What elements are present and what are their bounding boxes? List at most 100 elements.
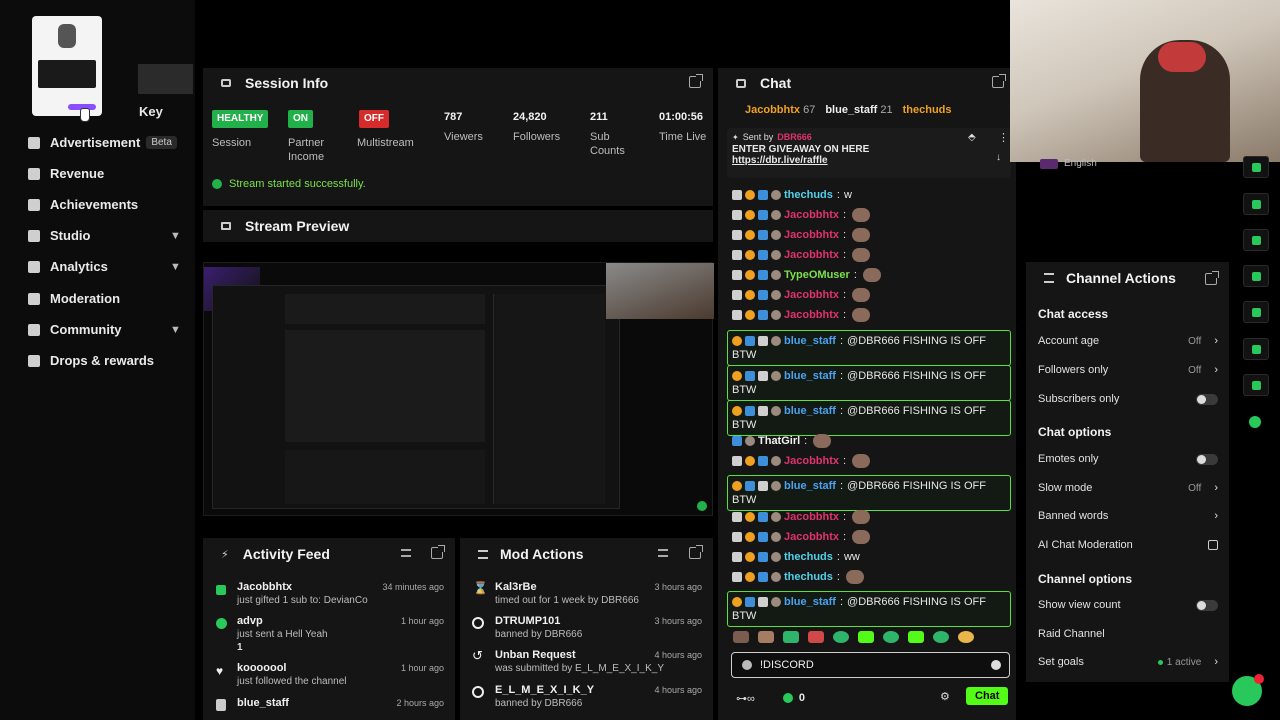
popout-icon[interactable] (431, 545, 445, 559)
emote-icon[interactable] (783, 631, 799, 643)
chat-username[interactable]: blue_staff (784, 596, 836, 608)
send-chat-button[interactable]: Chat (966, 687, 1009, 705)
user-badge-icon (758, 572, 768, 582)
sidebar-item-community[interactable]: Community ▼ (28, 322, 188, 337)
mod-item: ↺ Unban Request was submitted by E_L_M_E… (472, 649, 704, 675)
help-chat-button[interactable] (1232, 674, 1264, 706)
stream-preview-title: Stream Preview (245, 218, 350, 234)
chat-username[interactable]: Jacobbhtx (784, 288, 839, 302)
emoji-icon[interactable] (991, 660, 1001, 670)
emote-icon[interactable] (733, 631, 749, 643)
rail-button-layout[interactable] (1243, 156, 1269, 178)
gifter-item[interactable]: blue_staff 21 (825, 104, 892, 116)
setting-show-view-count[interactable]: Show view count (1038, 599, 1218, 611)
chat-username[interactable]: Jacobbhtx (784, 510, 839, 524)
setting-account-age[interactable]: Account age Off › (1038, 335, 1218, 347)
sliders-icon (1044, 273, 1054, 283)
wrench-icon (28, 292, 40, 305)
chat-username[interactable]: blue_staff (784, 370, 836, 382)
user-badge-icon (745, 290, 755, 300)
chat-username[interactable]: Jacobbhtx (784, 248, 839, 262)
emote-icon[interactable] (858, 631, 874, 643)
sidebar-item-analytics[interactable]: Analytics ▼ (28, 259, 188, 274)
sidebar-item-studio[interactable]: Studio ▼ (28, 228, 188, 243)
setting-subscribers-only[interactable]: Subscribers only (1038, 393, 1218, 405)
chat-username[interactable]: thechuds (784, 550, 833, 564)
filter-icon[interactable] (401, 549, 411, 557)
chat-username[interactable]: TypeOMuser (784, 268, 850, 282)
product-thumbnail[interactable] (32, 16, 102, 116)
popout-icon[interactable] (1205, 271, 1219, 285)
chat-username[interactable]: Jacobbhtx (784, 454, 839, 468)
setting-ai-chat-moderation[interactable]: AI Chat Moderation (1038, 539, 1218, 551)
user-badge-icon (745, 532, 755, 542)
sidebar-item-advertisement[interactable]: Advertisement Beta (28, 135, 177, 150)
sidebar-item-drops-rewards[interactable]: Drops & rewards (28, 353, 154, 368)
chat-username[interactable]: blue_staff (784, 405, 836, 417)
gifter-item[interactable]: Jacobbhtx 67 (745, 104, 815, 116)
chat-username[interactable]: blue_staff (784, 480, 836, 492)
rail-button-preview[interactable] (1243, 338, 1269, 360)
popout-icon[interactable] (992, 74, 1006, 88)
preview-live-indicator (697, 501, 707, 511)
chat-username[interactable]: ThatGirl (758, 434, 800, 448)
more-menu-icon[interactable]: ⋮ (998, 131, 1009, 144)
settings-gear-icon[interactable]: ⚙ (940, 690, 950, 703)
chat-input[interactable]: !DISCORD (731, 652, 1010, 678)
collapse-icon[interactable]: ↓ (996, 152, 1001, 163)
mod-time: 4 hours ago (654, 650, 702, 660)
activity-extra: 1 (237, 642, 243, 653)
rail-button-wrench[interactable] (1243, 374, 1269, 396)
pinned-link[interactable]: https://dbr.live/raffle (732, 155, 1006, 166)
setting-raid-channel[interactable]: Raid Channel (1038, 628, 1218, 640)
chat-message: blue_staff: @DBR666 FISHING IS OFF BTW (727, 330, 1011, 366)
chat-username[interactable]: Jacobbhtx (784, 530, 839, 544)
pin-toggle-icon[interactable]: ⬘ (968, 132, 976, 143)
emote-icon[interactable] (808, 631, 824, 643)
chat-username[interactable]: blue_staff (784, 335, 836, 347)
emote-icon[interactable] (958, 631, 974, 643)
stream-preview-video[interactable] (203, 262, 714, 516)
popout-icon[interactable] (689, 74, 703, 88)
emote-icon[interactable] (883, 631, 899, 643)
sidebar-item-revenue[interactable]: Revenue (28, 166, 104, 181)
chat-username[interactable]: thechuds (784, 188, 833, 202)
user-badge-icon (732, 436, 742, 446)
setting-banned-words[interactable]: Banned words › (1038, 510, 1218, 522)
setting-followers-only[interactable]: Followers only Off › (1038, 364, 1218, 376)
chat-username[interactable]: Jacobbhtx (784, 308, 839, 322)
setting-slow-mode[interactable]: Slow mode Off › (1038, 482, 1218, 494)
chat-separator: : (839, 480, 844, 492)
chat-separator: : (843, 249, 847, 261)
rail-button-chat[interactable] (1243, 265, 1269, 287)
popout-icon[interactable] (689, 545, 703, 559)
sidebar-item-key-label[interactable]: Key (139, 104, 163, 119)
rail-button-users[interactable] (1249, 416, 1261, 428)
chat-username[interactable]: Jacobbhtx (784, 208, 839, 222)
user-badge-icon (732, 532, 742, 542)
subscribers-only-toggle[interactable] (1196, 393, 1218, 405)
emote-icon[interactable] (833, 631, 849, 643)
chat-username[interactable]: Jacobbhtx (784, 228, 839, 242)
sidebar-item-moderation[interactable]: Moderation (28, 291, 120, 306)
emote-icon[interactable] (933, 631, 949, 643)
pinned-sender[interactable]: DBR666 (777, 132, 812, 142)
emotes-only-toggle[interactable] (1196, 453, 1218, 465)
chat-username[interactable]: thechuds (784, 570, 833, 584)
slow-mode-icon[interactable]: ⊶∞ (736, 692, 755, 705)
filter-icon[interactable] (658, 549, 668, 557)
chat-message: Jacobbhtx: (732, 288, 1012, 302)
emote-icon[interactable] (908, 631, 924, 643)
sidebar-item-achievements[interactable]: Achievements (28, 197, 138, 212)
beta-badge: Beta (146, 136, 177, 149)
gifter-item[interactable]: thechuds (903, 104, 952, 116)
emote-icon (852, 530, 871, 544)
rail-button-lightning[interactable] (1243, 193, 1269, 215)
rail-button-list[interactable] (1243, 229, 1269, 251)
setting-emotes-only[interactable]: Emotes only (1038, 453, 1218, 465)
status-badge: HEALTHY (212, 110, 269, 128)
show-view-count-toggle[interactable] (1196, 599, 1218, 611)
setting-set-goals[interactable]: Set goals 1 active › (1038, 656, 1218, 668)
rail-button-embed[interactable] (1243, 301, 1269, 323)
emote-icon[interactable] (758, 631, 774, 643)
